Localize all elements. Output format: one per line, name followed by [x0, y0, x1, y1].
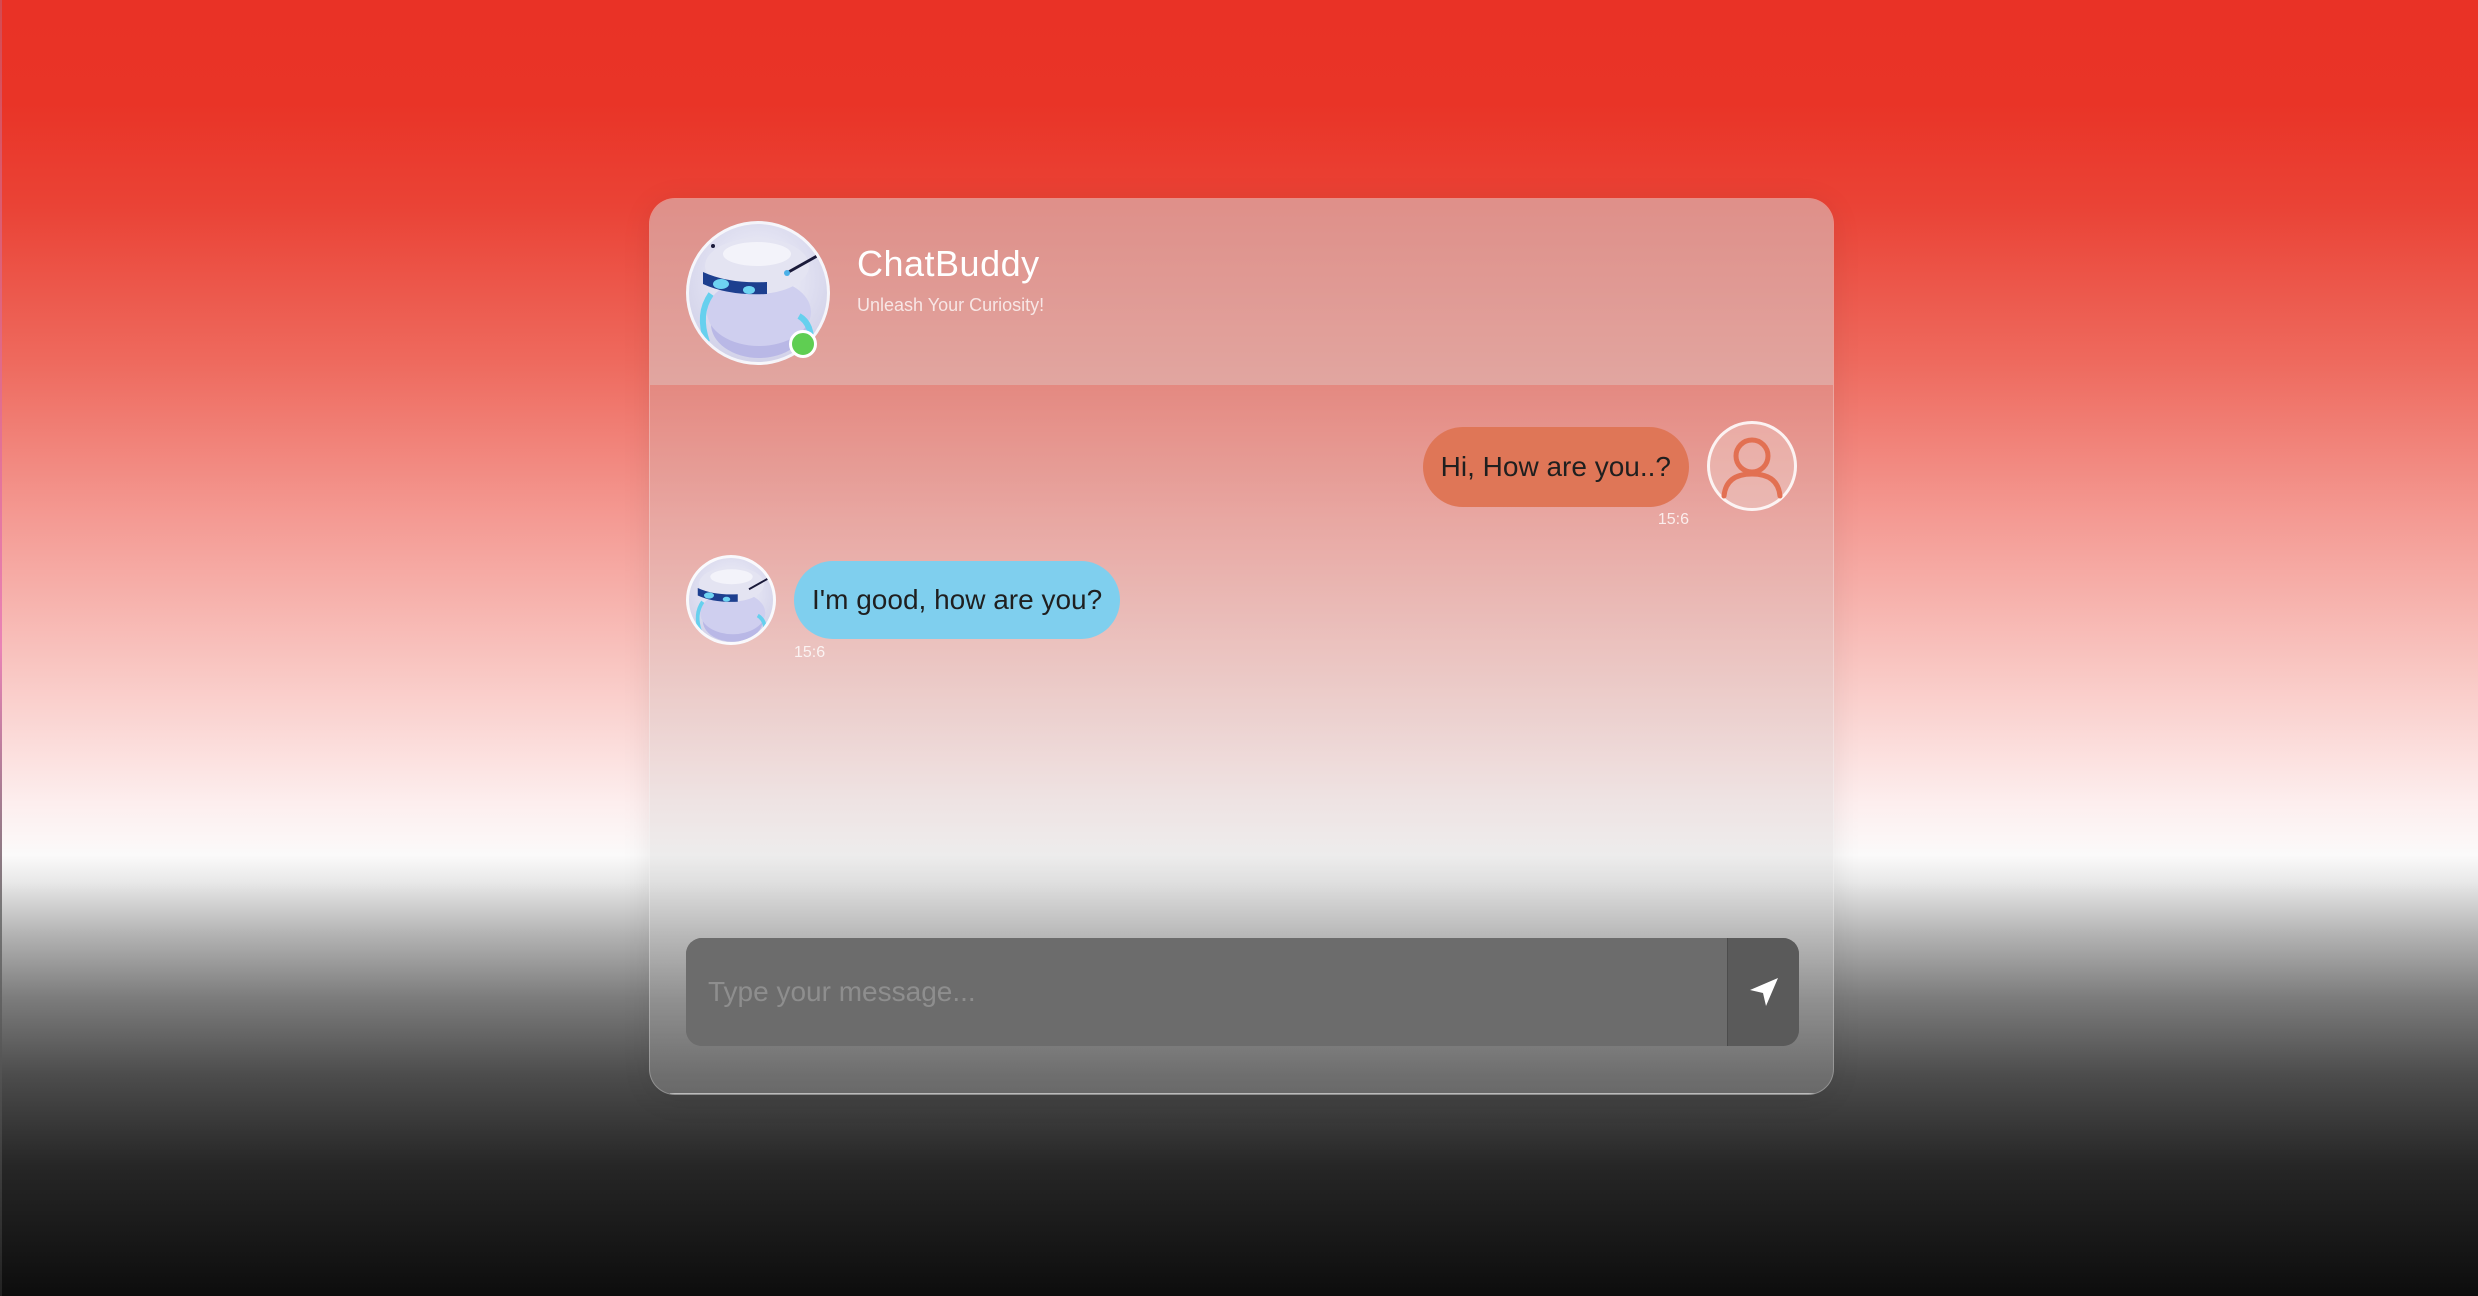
chat-header: ChatBuddy Unleash Your Curiosity! — [650, 199, 1833, 385]
bot-message-time: 15:6 — [794, 644, 826, 661]
paper-plane-icon — [1749, 978, 1778, 1006]
user-message-bubble: Hi, How are you..? — [1422, 427, 1689, 507]
page-edge — [0, 0, 2, 1296]
message-composer — [686, 938, 1799, 1046]
bot-message-avatar[interactable] — [686, 555, 776, 645]
send-button[interactable] — [1727, 938, 1799, 1046]
user-message-time: 15:6 — [1657, 511, 1689, 528]
header-text: ChatBuddy Unleash Your Curiosity! — [857, 243, 1044, 316]
user-avatar[interactable] — [1707, 421, 1797, 511]
app-subtitle: Unleash Your Curiosity! — [857, 295, 1045, 315]
bot-message-bubble: I'm good, how are you? — [794, 561, 1121, 639]
card-bottom-border — [670, 1093, 1815, 1094]
app-title: ChatBuddy — [857, 243, 1040, 284]
message-input[interactable] — [686, 938, 1727, 1046]
user-icon — [1721, 437, 1783, 499]
online-status-indicator — [789, 330, 817, 358]
chat-window: ChatBuddy Unleash Your Curiosity! Hi, Ho… — [649, 198, 1834, 1095]
